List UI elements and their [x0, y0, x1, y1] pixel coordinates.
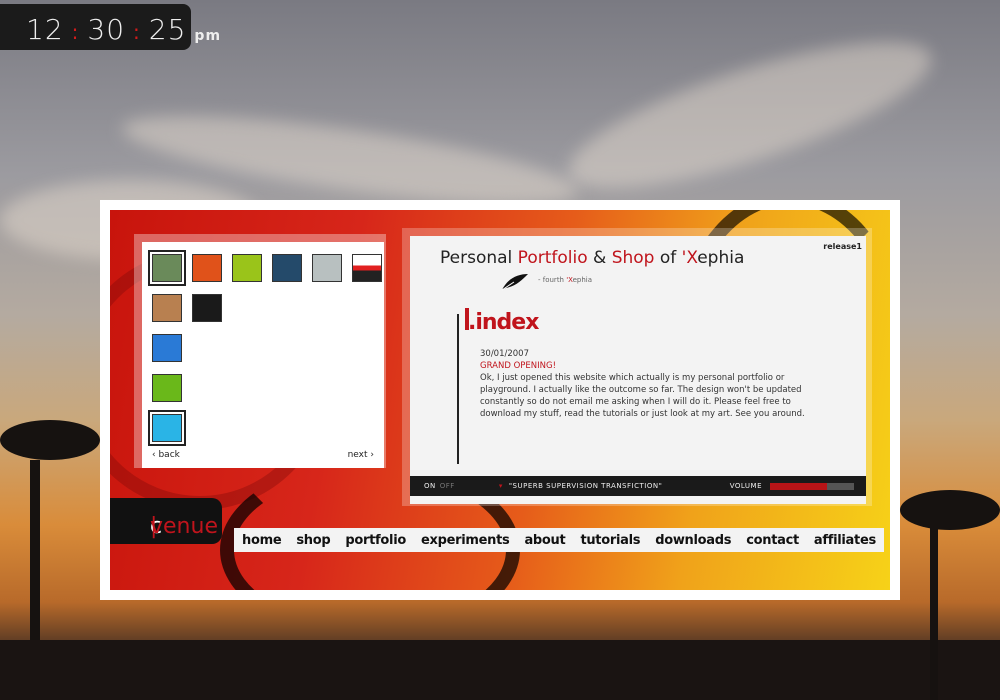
clock-hours: 12: [26, 13, 64, 46]
clock-minutes: 30: [87, 13, 126, 46]
thumbnail[interactable]: [312, 254, 342, 282]
clock-separator: :: [133, 20, 141, 44]
post-date: 30/01/2007: [480, 349, 529, 359]
cloud: [555, 13, 945, 217]
nav-affiliates[interactable]: affiliates: [814, 533, 876, 548]
thumbnail[interactable]: [152, 374, 182, 402]
site-stage: ‹ back next › Personal Portfolio & Shop …: [110, 210, 890, 590]
title-text: Personal: [440, 248, 518, 268]
nav-downloads[interactable]: downloads: [655, 533, 731, 548]
thumbnail[interactable]: [272, 254, 302, 282]
signature-text: - fourth: [538, 276, 567, 284]
thumbnail[interactable]: [148, 410, 186, 446]
back-link[interactable]: ‹ back: [152, 450, 180, 460]
volume-label: VOLUME: [729, 482, 762, 490]
signature-text: ephia: [572, 276, 593, 284]
site-frame: ‹ back next › Personal Portfolio & Shop …: [100, 200, 900, 600]
title-text: ephia: [697, 248, 745, 268]
site-logo[interactable]: c | venue: [110, 498, 222, 544]
thumbnail[interactable]: [152, 294, 182, 322]
nav-tutorials[interactable]: tutorials: [580, 533, 640, 548]
nav-about[interactable]: about: [524, 533, 565, 548]
thumbnail[interactable]: [192, 294, 222, 322]
nav-portfolio[interactable]: portfolio: [345, 533, 406, 548]
section-title: .index: [468, 310, 539, 335]
next-link[interactable]: next ›: [348, 450, 374, 460]
nav-shop[interactable]: shop: [296, 533, 330, 548]
title-highlight: Portfolio: [517, 248, 588, 268]
title-text: &: [587, 248, 612, 268]
clock-widget: 12 : 30 : 25 pm: [0, 4, 220, 50]
palm-silhouette: [930, 520, 938, 700]
palm-silhouette: [0, 420, 100, 460]
palm-silhouette: [0, 640, 1000, 700]
nav-contact[interactable]: contact: [746, 533, 799, 548]
song-title[interactable]: "SUPERB SUPERVISION TRANSFICTION": [509, 482, 662, 490]
next-label: next: [347, 450, 368, 460]
clock-separator: :: [71, 20, 80, 44]
title-highlight: 'X: [681, 248, 698, 268]
thumbnail-panel: ‹ back next ›: [142, 242, 384, 468]
clock-ampm: pm: [194, 28, 222, 44]
nav-home[interactable]: home: [242, 533, 282, 548]
back-label: back: [158, 450, 180, 460]
volume-fill: [770, 482, 828, 490]
nav-experiments[interactable]: experiments: [421, 533, 510, 548]
news-post: 30/01/2007 GRAND OPENING! Ok, I just ope…: [480, 348, 830, 420]
music-player: ON OFF ▾ "SUPERB SUPERVISION TRANSFICTIO…: [410, 476, 866, 496]
logo-part: venue: [150, 514, 218, 539]
main-nav: home shop portfolio experiments about tu…: [234, 528, 884, 552]
post-body: Ok, I just opened this website which act…: [480, 373, 805, 419]
volume-slider[interactable]: [770, 482, 854, 490]
thumbnail[interactable]: [148, 250, 186, 286]
title-highlight: Shop: [611, 248, 655, 268]
thumbnail[interactable]: [192, 254, 222, 282]
page-title: Personal Portfolio & Shop of 'Xephia: [440, 248, 744, 268]
feather-icon: [501, 274, 528, 291]
dropdown-arrow-icon[interactable]: ▾: [499, 482, 503, 490]
content-panel: Personal Portfolio & Shop of 'Xephia rel…: [410, 236, 866, 504]
palm-silhouette: [900, 490, 1000, 530]
post-heading: GRAND OPENING!: [480, 361, 556, 371]
signature: - fourth 'Xephia: [538, 276, 592, 284]
player-off-button[interactable]: OFF: [440, 482, 455, 490]
player-on-button[interactable]: ON: [424, 482, 436, 490]
clock-seconds: 25: [148, 13, 187, 46]
thumbnail[interactable]: [232, 254, 262, 282]
thumbnail[interactable]: [352, 254, 382, 282]
release-badge: release1: [823, 242, 862, 251]
content-divider: [457, 314, 459, 464]
thumbnail[interactable]: [152, 334, 182, 362]
title-text: of: [654, 248, 682, 268]
